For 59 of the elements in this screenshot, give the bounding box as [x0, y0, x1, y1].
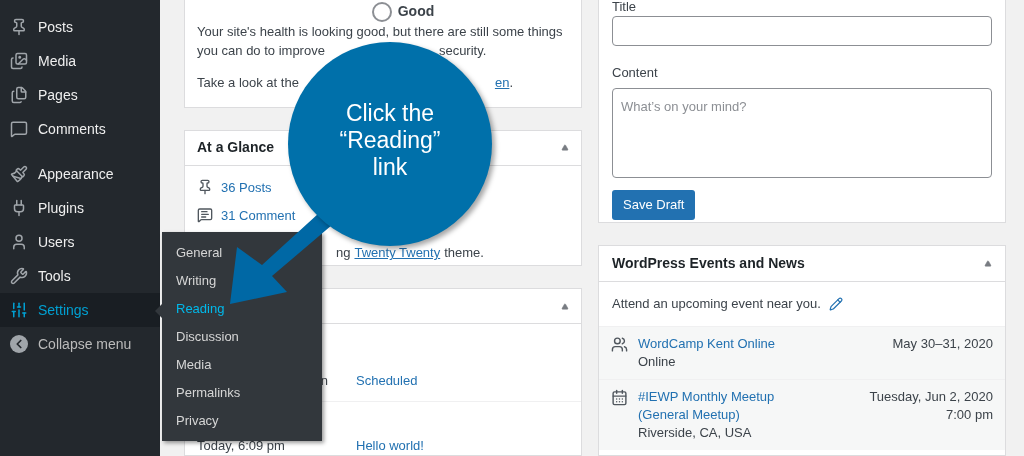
theme-text: ng [336, 245, 351, 261]
wrench-icon [10, 267, 28, 285]
submenu-item[interactable]: Discussion [162, 323, 322, 351]
event-link[interactable]: #IEWP Monthly Meetup (General Meetup) [638, 388, 788, 424]
health-text: en. [494, 74, 513, 92]
pin-icon [10, 18, 28, 36]
events-intro: Attend an upcoming event near you. [612, 295, 821, 314]
theme-link[interactable]: Twenty Twenty [354, 245, 441, 261]
posts-link[interactable]: 36 Posts [221, 177, 272, 198]
health-status: Good [397, 2, 435, 21]
save-draft-button[interactable]: Save Draft [612, 189, 696, 220]
panel-title: WordPress Events and News [612, 254, 805, 273]
paintbrush-icon [10, 165, 28, 183]
calendar-icon [611, 389, 628, 406]
sliders-icon [10, 301, 28, 319]
edit-icon[interactable] [828, 297, 843, 311]
collapse-toggle-icon[interactable] [561, 302, 569, 310]
collapse-toggle-icon[interactable] [984, 260, 992, 267]
menu-item[interactable]: Posts [0, 10, 160, 44]
images-icon [10, 52, 28, 70]
event-location: Riverside, CA, USA [638, 424, 753, 442]
pages-icon [10, 86, 28, 104]
event-link[interactable]: WordCamp Kent Online [638, 335, 788, 353]
title-input[interactable] [612, 16, 992, 46]
post-link[interactable]: Hello world! [356, 435, 424, 455]
submenu-item[interactable]: Privacy [162, 407, 322, 435]
health-text: Your site's health is looking good, but there are still some things [197, 23, 564, 41]
menu-item[interactable]: Settings [0, 293, 160, 327]
field-label: Title [612, 0, 637, 14]
submenu-item[interactable]: Reading [162, 295, 322, 323]
menu-item[interactable]: Plugins [0, 191, 160, 225]
activity-date: Today, 6:09 pm [197, 436, 286, 455]
menu-item[interactable]: Appearance [0, 157, 160, 191]
health-text: security. [438, 42, 487, 60]
event-time: 7:00 pm [946, 406, 993, 424]
menu-item[interactable]: Users [0, 225, 160, 259]
event-date: Tuesday, Jun 2, 2020 [869, 388, 993, 406]
speech-bubble-icon [10, 120, 28, 138]
collapse-toggle-icon[interactable] [561, 144, 569, 152]
field-label: Content [612, 65, 658, 80]
pin-icon [197, 179, 213, 196]
submenu-item[interactable]: Permalinks [162, 379, 322, 407]
submenu-item[interactable]: Media [162, 351, 322, 379]
submenu-item[interactable]: Writing [162, 267, 322, 295]
theme-text: theme. [444, 245, 484, 261]
event-date: May 30–31, 2020 [892, 335, 993, 353]
menu-item[interactable]: Pages [0, 78, 160, 112]
menu-item[interactable]: Tools [0, 259, 160, 293]
collapse-menu-button[interactable]: Collapse menu [0, 327, 160, 361]
speech-bubble-icon [197, 207, 213, 224]
event-location: Online [638, 353, 677, 371]
person-icon [10, 233, 28, 251]
menu-item[interactable]: Media [0, 44, 160, 78]
panel-title: At a Glance [197, 138, 275, 158]
menu-item[interactable]: Comments [0, 112, 160, 146]
post-link[interactable]: Scheduled [356, 371, 418, 391]
activity-date: n [320, 372, 328, 391]
collapse-icon [10, 335, 28, 353]
people-icon [611, 336, 628, 353]
